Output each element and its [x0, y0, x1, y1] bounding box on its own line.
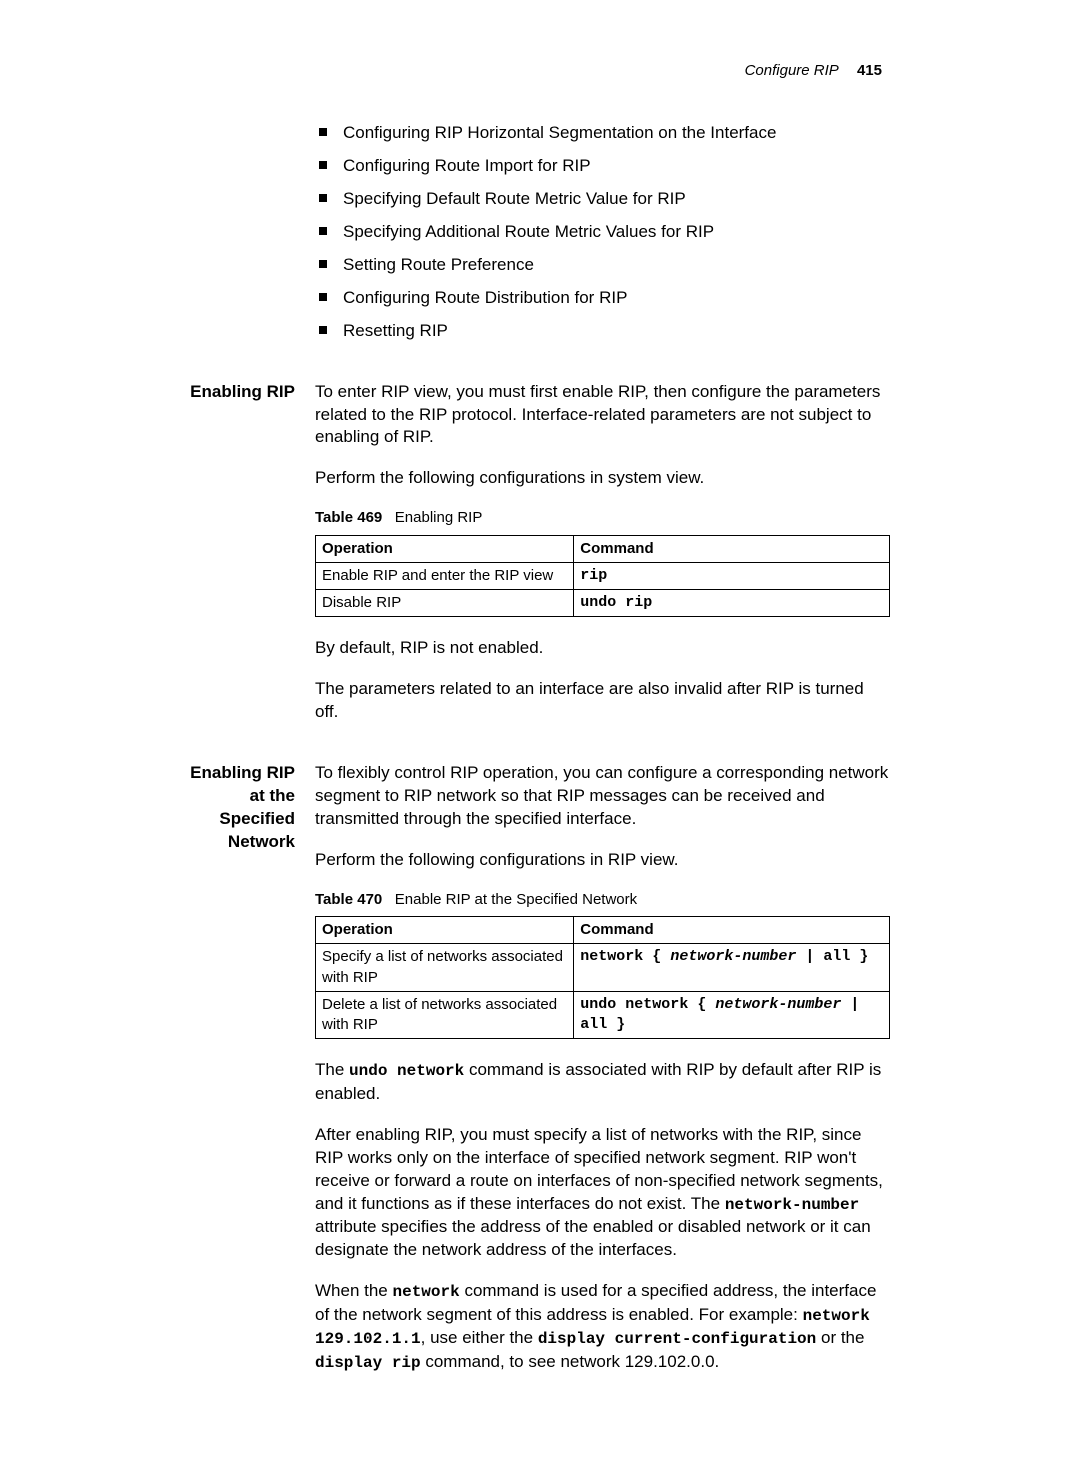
side-label-enabling-rip: Enabling RIP: [175, 381, 315, 404]
table-caption-label: Table 469: [315, 509, 382, 526]
text-run: , use either the: [421, 1328, 538, 1347]
text-run: When the: [315, 1281, 393, 1300]
bullet-block: Configuring RIP Horizontal Segmentation …: [175, 122, 890, 371]
table-cell-operation: Disable RIP: [316, 590, 574, 617]
table-caption: Table 469 Enabling RIP: [315, 508, 890, 528]
table-caption-label: Table 470: [315, 891, 382, 908]
table-header-row: Operation Command: [316, 917, 890, 944]
cmd-pre: network {: [580, 948, 670, 965]
bullet-item: Specifying Additional Route Metric Value…: [315, 221, 890, 244]
page: Configure RIP 415 Configuring RIP Horizo…: [0, 0, 1080, 1483]
table-cell-command: rip: [574, 562, 890, 589]
text-run: command, to see network 129.102.0.0.: [421, 1352, 720, 1371]
running-head-page-number: 415: [843, 62, 882, 79]
paragraph: By default, RIP is not enabled.: [315, 637, 890, 660]
section-enabling-rip-network: Enabling RIP at the Specified Network To…: [175, 762, 890, 1392]
paragraph: To enter RIP view, you must first enable…: [315, 381, 890, 450]
running-head-section: Configure RIP: [745, 62, 839, 79]
content-enabling-rip: To enter RIP view, you must first enable…: [315, 381, 890, 753]
table-caption-text: Enable RIP at the Specified Network: [395, 891, 637, 908]
cmd-arg: network-number: [670, 948, 796, 965]
paragraph: Perform the following configurations in …: [315, 467, 890, 490]
table-row: Specify a list of networks associated wi…: [316, 944, 890, 992]
paragraph: Perform the following configurations in …: [315, 849, 890, 872]
content-enabling-rip-network: To flexibly control RIP operation, you c…: [315, 762, 890, 1392]
cmd-post: | all }: [796, 948, 868, 965]
table-header-row: Operation Command: [316, 535, 890, 562]
section-enabling-rip: Enabling RIP To enter RIP view, you must…: [175, 381, 890, 753]
table-enabling-rip-network: Operation Command Specify a list of netw…: [315, 916, 890, 1039]
running-head: Configure RIP 415: [745, 62, 882, 79]
text-run: attribute specifies the address of the e…: [315, 1217, 871, 1259]
cmd-arg: network-number: [715, 996, 841, 1013]
table-row: Enable RIP and enter the RIP view rip: [316, 562, 890, 589]
inline-command: network: [393, 1283, 460, 1301]
table-cell-command: undo network { network-number | all }: [574, 991, 890, 1039]
table-header-command: Command: [574, 917, 890, 944]
table-header-operation: Operation: [316, 917, 574, 944]
bullet-item: Configuring Route Distribution for RIP: [315, 287, 890, 310]
table-row: Disable RIP undo rip: [316, 590, 890, 617]
table-cell-command: network { network-number | all }: [574, 944, 890, 992]
bullet-item: Configuring RIP Horizontal Segmentation …: [315, 122, 890, 145]
table-enabling-rip: Operation Command Enable RIP and enter t…: [315, 535, 890, 618]
table-cell-operation: Delete a list of networks associated wit…: [316, 991, 574, 1039]
paragraph: To flexibly control RIP operation, you c…: [315, 762, 890, 831]
inline-keyword: network-number: [725, 1196, 859, 1214]
inline-command: display current-configuration: [538, 1330, 816, 1348]
table-cell-operation: Enable RIP and enter the RIP view: [316, 562, 574, 589]
text-run: The: [315, 1060, 349, 1079]
inline-command: undo network: [349, 1062, 464, 1080]
table-caption: Table 470 Enable RIP at the Specified Ne…: [315, 890, 890, 910]
side-label-enabling-rip-network: Enabling RIP at the Specified Network: [175, 762, 315, 854]
bullet-list: Configuring RIP Horizontal Segmentation …: [315, 122, 890, 343]
paragraph: After enabling RIP, you must specify a l…: [315, 1124, 890, 1262]
bullet-item: Setting Route Preference: [315, 254, 890, 277]
table-cell-operation: Specify a list of networks associated wi…: [316, 944, 574, 992]
paragraph: When the network command is used for a s…: [315, 1280, 890, 1374]
table-header-operation: Operation: [316, 535, 574, 562]
cmd-pre: undo network {: [580, 996, 715, 1013]
table-row: Delete a list of networks associated wit…: [316, 991, 890, 1039]
table-header-command: Command: [574, 535, 890, 562]
paragraph: The undo network command is associated w…: [315, 1059, 890, 1106]
bullet-item: Configuring Route Import for RIP: [315, 155, 890, 178]
body-area: Configuring RIP Horizontal Segmentation …: [175, 122, 890, 1393]
paragraph: The parameters related to an interface a…: [315, 678, 890, 724]
table-caption-text: Enabling RIP: [395, 509, 483, 526]
inline-command: display rip: [315, 1354, 421, 1372]
bullet-content: Configuring RIP Horizontal Segmentation …: [315, 122, 890, 371]
bullet-item: Resetting RIP: [315, 320, 890, 343]
bullet-item: Specifying Default Route Metric Value fo…: [315, 188, 890, 211]
table-cell-command: undo rip: [574, 590, 890, 617]
text-run: or the: [816, 1328, 864, 1347]
